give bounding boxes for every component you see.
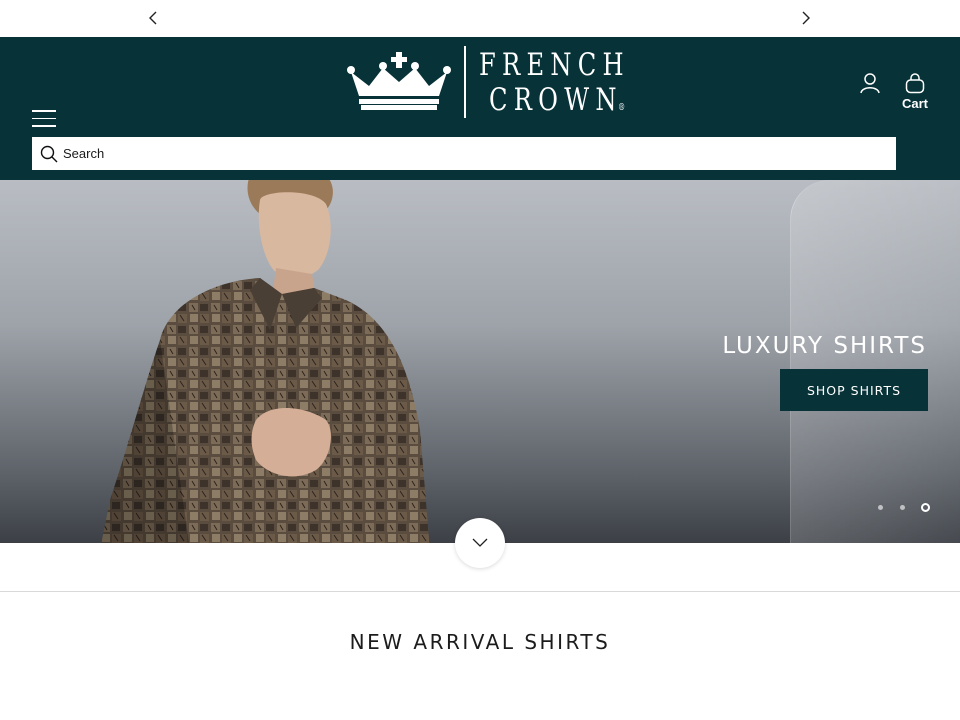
shopping-bag-icon	[905, 73, 925, 94]
brand-line-1: FRENCH	[479, 47, 630, 83]
search-bar[interactable]	[32, 137, 896, 170]
slide-dot-1[interactable]	[878, 505, 883, 510]
logo-divider	[464, 46, 466, 118]
cart-label: Cart	[901, 96, 928, 111]
hero-banner: LUXURY SHIRTS SHOP SHIRTS	[0, 180, 960, 543]
hero-title: LUXURY SHIRTS	[722, 333, 927, 360]
user-icon[interactable]	[859, 72, 881, 94]
chevron-down-icon[interactable]	[455, 518, 505, 568]
chevron-left-icon[interactable]	[145, 10, 161, 26]
section-title: NEW ARRIVAL SHIRTS	[349, 630, 611, 654]
search-input[interactable]	[63, 137, 883, 170]
brand-wordmark: FRENCH CROWN®	[479, 50, 672, 116]
brand-line-2: CROWN	[489, 82, 623, 118]
registered-mark: ®	[618, 103, 626, 113]
cart-button[interactable]: Cart	[898, 72, 932, 116]
section-divider	[0, 591, 960, 592]
search-icon	[40, 145, 58, 163]
announcement-bar	[0, 0, 960, 37]
hamburger-menu-icon[interactable]	[32, 110, 56, 128]
brand-logo[interactable]: FRENCH CROWN®	[347, 46, 625, 118]
hero-model-image	[101, 180, 430, 543]
shop-shirts-button[interactable]: SHOP SHIRTS	[780, 369, 928, 411]
slide-dot-3-active[interactable]	[921, 503, 930, 512]
crown-icon	[347, 52, 451, 110]
hero-background-wall	[790, 180, 960, 543]
slide-dot-2[interactable]	[900, 505, 905, 510]
chevron-right-icon[interactable]	[798, 10, 814, 26]
